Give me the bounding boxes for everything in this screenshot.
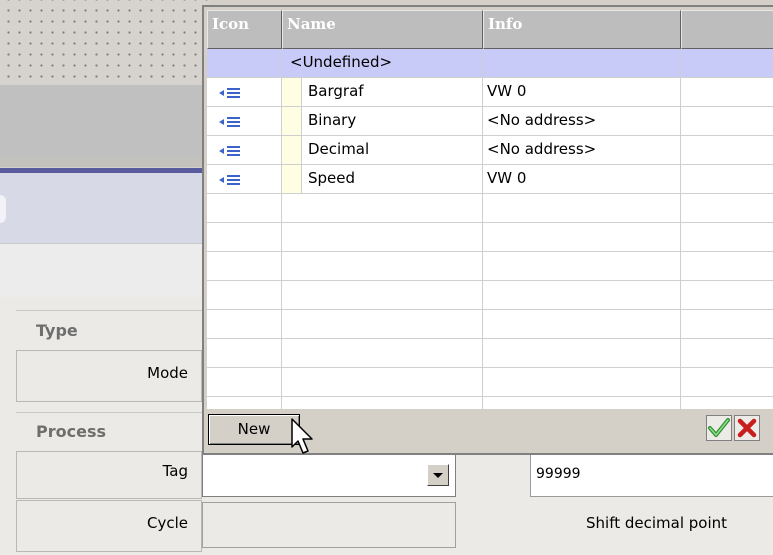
empty-row xyxy=(207,310,773,339)
empty-row xyxy=(207,368,773,397)
extra-cell xyxy=(681,165,773,194)
tag-icon xyxy=(219,174,241,186)
gutter-cell xyxy=(282,107,302,136)
tag-label: Tag xyxy=(162,462,188,480)
cancel-button[interactable] xyxy=(734,415,760,441)
name-cell: Binary xyxy=(302,107,483,136)
shift-decimal-label: Shift decimal point xyxy=(586,514,728,532)
column-header-name[interactable]: Name xyxy=(282,10,483,49)
table-row[interactable]: Speed VW 0 xyxy=(207,165,773,194)
mode-label: Mode xyxy=(147,364,188,382)
chevron-down-icon[interactable] xyxy=(427,464,449,486)
gutter-cell xyxy=(282,165,302,194)
cycle-input[interactable] xyxy=(202,502,456,548)
checkmark-icon xyxy=(708,418,730,437)
table-row[interactable]: Binary <No address> xyxy=(207,107,773,136)
empty-row xyxy=(207,397,773,409)
empty-row xyxy=(207,281,773,310)
type-section-title: Type xyxy=(36,321,78,340)
extra-cell xyxy=(681,136,773,165)
gutter-cell xyxy=(282,136,302,165)
empty-row xyxy=(207,223,773,252)
section-divider xyxy=(16,310,206,311)
info-cell: <No address> xyxy=(483,107,681,136)
table-row[interactable]: Decimal <No address> xyxy=(207,136,773,165)
info-cell: VW 0 xyxy=(483,78,681,107)
value-input[interactable]: 99999 xyxy=(530,454,773,497)
table-row-undefined[interactable]: <Undefined> xyxy=(207,49,773,78)
tag-selection-popup: Icon Name Info <Undefined> Bargraf VW 0 … xyxy=(202,5,773,455)
tag-icon xyxy=(219,145,241,157)
canvas-separator xyxy=(0,157,210,167)
section-divider xyxy=(16,412,206,413)
icon-cell xyxy=(207,136,282,165)
gutter-cell xyxy=(282,78,302,107)
info-cell: VW 0 xyxy=(483,165,681,194)
cross-icon xyxy=(737,418,757,438)
confirm-button[interactable] xyxy=(706,415,732,441)
icon-cell xyxy=(207,165,282,194)
column-header-icon[interactable]: Icon xyxy=(207,10,282,49)
screen-canvas-grid xyxy=(0,0,210,85)
empty-row xyxy=(207,194,773,223)
extra-cell xyxy=(681,78,773,107)
info-cell: <No address> xyxy=(483,136,681,165)
name-cell: Bargraf xyxy=(302,78,483,107)
selected-object[interactable] xyxy=(0,173,210,243)
empty-row xyxy=(207,339,773,368)
icon-cell xyxy=(207,78,282,107)
value-text: 99999 xyxy=(536,466,581,482)
cycle-label: Cycle xyxy=(147,514,188,532)
new-tag-button[interactable]: New xyxy=(208,414,300,445)
name-cell: Speed xyxy=(302,165,483,194)
table-row[interactable]: Bargraf VW 0 xyxy=(207,78,773,107)
column-header-info[interactable]: Info xyxy=(483,10,681,49)
mouse-cursor-icon xyxy=(291,418,313,454)
properties-toolbar xyxy=(0,243,210,298)
extra-cell xyxy=(681,107,773,136)
info-cell xyxy=(483,49,681,78)
tag-icon xyxy=(219,116,241,128)
column-header-extra[interactable] xyxy=(681,10,773,49)
icon-cell xyxy=(207,107,282,136)
process-section-title: Process xyxy=(36,422,106,441)
name-cell: Decimal xyxy=(302,136,483,165)
tag-dropdown[interactable] xyxy=(202,452,456,497)
icon-cell xyxy=(207,49,282,78)
extra-cell xyxy=(681,49,773,78)
tag-grid: Icon Name Info <Undefined> Bargraf VW 0 … xyxy=(207,10,773,409)
screen-canvas-area xyxy=(0,85,210,157)
empty-row xyxy=(207,252,773,281)
tag-icon xyxy=(219,87,241,99)
selected-object-handle[interactable] xyxy=(0,195,6,223)
name-cell: <Undefined> xyxy=(282,49,483,78)
